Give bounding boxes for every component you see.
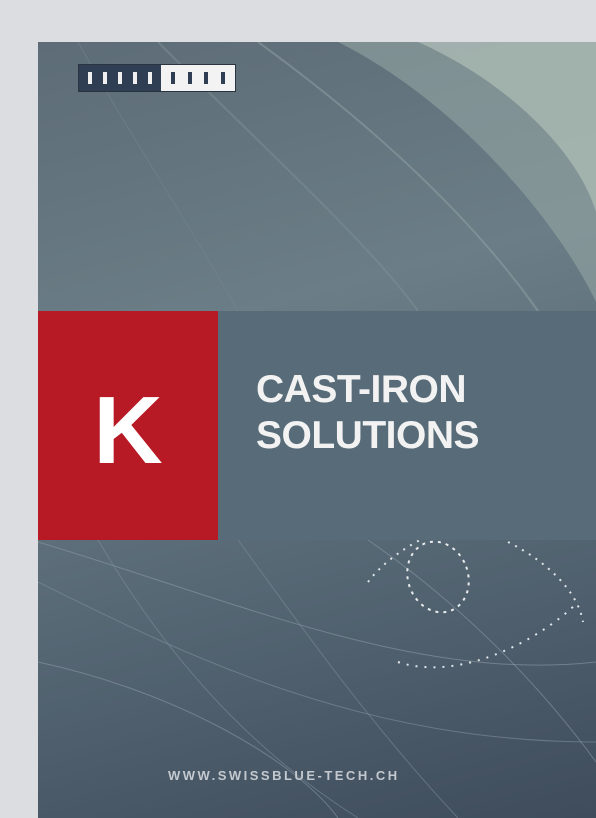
cover-title: CAST-IRON SOLUTIONS xyxy=(218,311,480,540)
title-band: K CAST-IRON SOLUTIONS xyxy=(38,311,596,540)
brand-logo-icon xyxy=(78,64,236,92)
brochure-cover: K CAST-IRON SOLUTIONS WWW.SWISSBLUE-TECH… xyxy=(38,42,596,818)
title-line-2: SOLUTIONS xyxy=(256,414,480,457)
title-line-1: CAST-IRON xyxy=(256,368,467,411)
website-url: WWW.SWISSBLUE-TECH.CH xyxy=(168,768,400,783)
logo-letter: K xyxy=(93,376,163,484)
logo-box: K xyxy=(38,311,218,540)
